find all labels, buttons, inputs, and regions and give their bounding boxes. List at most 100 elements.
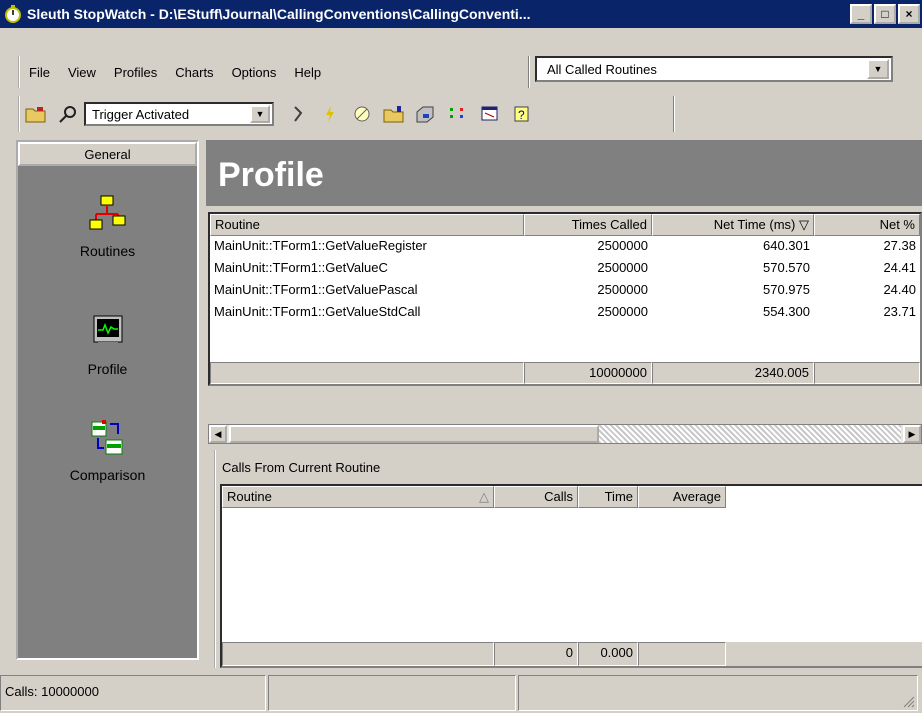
sidebar-item-label: Profile bbox=[87, 361, 128, 377]
table-row[interactable]: MainUnit::TForm1::GetValueRegister 25000… bbox=[210, 236, 920, 258]
cell-net-time: 570.975 bbox=[763, 282, 810, 297]
routine-filter-value: All Called Routines bbox=[547, 61, 657, 77]
cell-net-time: 640.301 bbox=[763, 238, 810, 253]
footer-net-pct bbox=[814, 362, 920, 384]
table-row[interactable]: MainUnit::TForm1::GetValueStdCall 250000… bbox=[210, 302, 920, 324]
magnifier-icon[interactable] bbox=[56, 103, 80, 125]
sidebar-item-comparison[interactable]: Comparison bbox=[18, 418, 197, 483]
cell-calls: 2500000 bbox=[597, 238, 648, 253]
status-bar: Calls: 10000000 bbox=[0, 672, 922, 713]
cell-routine: MainUnit::TForm1::GetValuePascal bbox=[214, 282, 418, 297]
sort-ascending-icon: △ bbox=[479, 489, 489, 504]
menu-options[interactable]: Options bbox=[223, 65, 286, 80]
open-profile-icon[interactable] bbox=[382, 103, 406, 125]
menu-bar: File View Profiles Charts Options Help bbox=[18, 56, 448, 88]
trigger-icon[interactable] bbox=[286, 103, 310, 125]
chevron-down-icon[interactable]: ▼ bbox=[867, 59, 889, 79]
cell-calls: 2500000 bbox=[597, 304, 648, 319]
table-row[interactable]: MainUnit::TForm1::GetValueC 2500000 570.… bbox=[210, 258, 920, 280]
status-panel-3 bbox=[518, 675, 918, 711]
sidebar-item-label: Comparison bbox=[69, 467, 146, 483]
menu-profiles[interactable]: Profiles bbox=[105, 65, 166, 80]
column-header-label: Routine bbox=[227, 489, 272, 504]
routine-filter-select[interactable]: All Called Routines ▼ bbox=[535, 56, 893, 82]
toolbar-end-separator bbox=[673, 96, 675, 132]
comparison-icon bbox=[91, 420, 122, 455]
cell-net-pct: 23.71 bbox=[883, 304, 916, 319]
menu-charts[interactable]: Charts bbox=[166, 65, 222, 80]
minimize-button[interactable]: _ bbox=[850, 4, 872, 24]
scroll-left-arrow-icon[interactable]: ◀ bbox=[209, 425, 227, 443]
cell-net-time: 554.300 bbox=[763, 304, 810, 319]
footer-total-net-time: 2340.005 bbox=[652, 362, 814, 384]
calls-from-footer: 0 0.000 bbox=[222, 642, 922, 666]
calls-from-title: Calls From Current Routine bbox=[222, 460, 381, 475]
lightning-icon[interactable] bbox=[318, 103, 342, 125]
maximize-button[interactable]: □ bbox=[874, 4, 896, 24]
status-panel-2 bbox=[268, 675, 516, 711]
calls-from-table: Routine △ Calls Time Average 0 0.000 bbox=[220, 484, 922, 668]
main-panel: Profile Routine Times Called Net Time (m… bbox=[206, 140, 922, 668]
cell-calls: 2500000 bbox=[597, 282, 648, 297]
scroll-right-arrow-icon[interactable]: ▶ bbox=[903, 425, 921, 443]
help-icon[interactable]: ? bbox=[510, 103, 534, 125]
table-row[interactable]: MainUnit::TForm1::GetValuePascal 2500000… bbox=[210, 280, 920, 302]
table-header: Routine △ Calls Time Average bbox=[222, 486, 922, 508]
column-header-calls[interactable]: Calls bbox=[494, 486, 578, 508]
calls-from-panel: Calls From Current Routine Routine △ Cal… bbox=[214, 450, 922, 668]
profile-table: Routine Times Called Net Time (ms) ▽ Net… bbox=[208, 212, 922, 386]
cell-routine: MainUnit::TForm1::GetValueC bbox=[214, 260, 388, 275]
resize-grip-icon[interactable] bbox=[901, 694, 915, 708]
close-button[interactable]: × bbox=[898, 4, 920, 24]
cell-net-pct: 24.41 bbox=[883, 260, 916, 275]
main-window: Sleuth StopWatch - D:\EStuff\Journal\Cal… bbox=[0, 0, 922, 713]
open-folder-icon[interactable] bbox=[24, 103, 48, 125]
table-footer: 10000000 2340.005 bbox=[210, 362, 920, 384]
horizontal-scrollbar[interactable]: ◀ ▶ bbox=[208, 424, 922, 444]
save-icon[interactable] bbox=[414, 103, 438, 125]
scroll-thumb[interactable] bbox=[229, 425, 599, 443]
column-header-time[interactable]: Time bbox=[578, 486, 638, 508]
scroll-track[interactable] bbox=[599, 425, 901, 443]
chart-icon[interactable] bbox=[446, 103, 470, 125]
footer-total-time: 0.000 bbox=[578, 642, 638, 666]
menu-help[interactable]: Help bbox=[285, 65, 330, 80]
footer-total-calls: 0 bbox=[494, 642, 578, 666]
status-calls: Calls: 10000000 bbox=[0, 675, 266, 711]
column-header-net-pct[interactable]: Net % bbox=[814, 214, 920, 236]
cell-routine: MainUnit::TForm1::GetValueStdCall bbox=[214, 304, 421, 319]
title-bar: Sleuth StopWatch - D:\EStuff\Journal\Cal… bbox=[0, 0, 922, 28]
window-icon[interactable] bbox=[478, 103, 502, 125]
column-header-times-called[interactable]: Times Called bbox=[524, 214, 652, 236]
footer-routine bbox=[222, 642, 494, 666]
cell-routine: MainUnit::TForm1::GetValueRegister bbox=[214, 238, 427, 253]
column-header-routine[interactable]: Routine bbox=[210, 214, 524, 236]
column-header-average[interactable]: Average bbox=[638, 486, 726, 508]
cell-net-pct: 24.40 bbox=[883, 282, 916, 297]
svg-text:?: ? bbox=[518, 108, 525, 122]
sidebar-header[interactable]: General bbox=[18, 142, 197, 166]
menu-view[interactable]: View bbox=[59, 65, 105, 80]
column-header-net-time[interactable]: Net Time (ms) ▽ bbox=[652, 214, 814, 236]
profile-icon bbox=[93, 315, 122, 346]
column-header-routine[interactable]: Routine △ bbox=[222, 486, 494, 508]
chevron-down-icon[interactable]: ▼ bbox=[250, 105, 270, 123]
page-title: Profile bbox=[206, 140, 922, 206]
toolbar: Trigger Activated ▼ ? bbox=[18, 96, 673, 132]
footer-average bbox=[638, 642, 726, 666]
table-header: Routine Times Called Net Time (ms) ▽ Net… bbox=[210, 214, 920, 236]
trigger-value: Trigger Activated bbox=[92, 106, 190, 122]
stopwatch-app-icon bbox=[5, 5, 21, 23]
window-title: Sleuth StopWatch - D:\EStuff\Journal\Cal… bbox=[27, 6, 531, 22]
trigger-select[interactable]: Trigger Activated ▼ bbox=[84, 102, 274, 126]
footer-total-calls: 10000000 bbox=[524, 362, 652, 384]
sidebar: General Routines Profile Comparison bbox=[16, 140, 199, 660]
toolbar-separator bbox=[528, 56, 530, 88]
stop-icon[interactable] bbox=[350, 103, 374, 125]
sidebar-item-label: Routines bbox=[79, 243, 136, 259]
cell-net-pct: 27.38 bbox=[883, 238, 916, 253]
menu-file[interactable]: File bbox=[20, 65, 59, 80]
sidebar-item-profile[interactable]: Profile bbox=[18, 312, 197, 377]
sidebar-item-routines[interactable]: Routines bbox=[18, 194, 197, 259]
cell-calls: 2500000 bbox=[597, 260, 648, 275]
